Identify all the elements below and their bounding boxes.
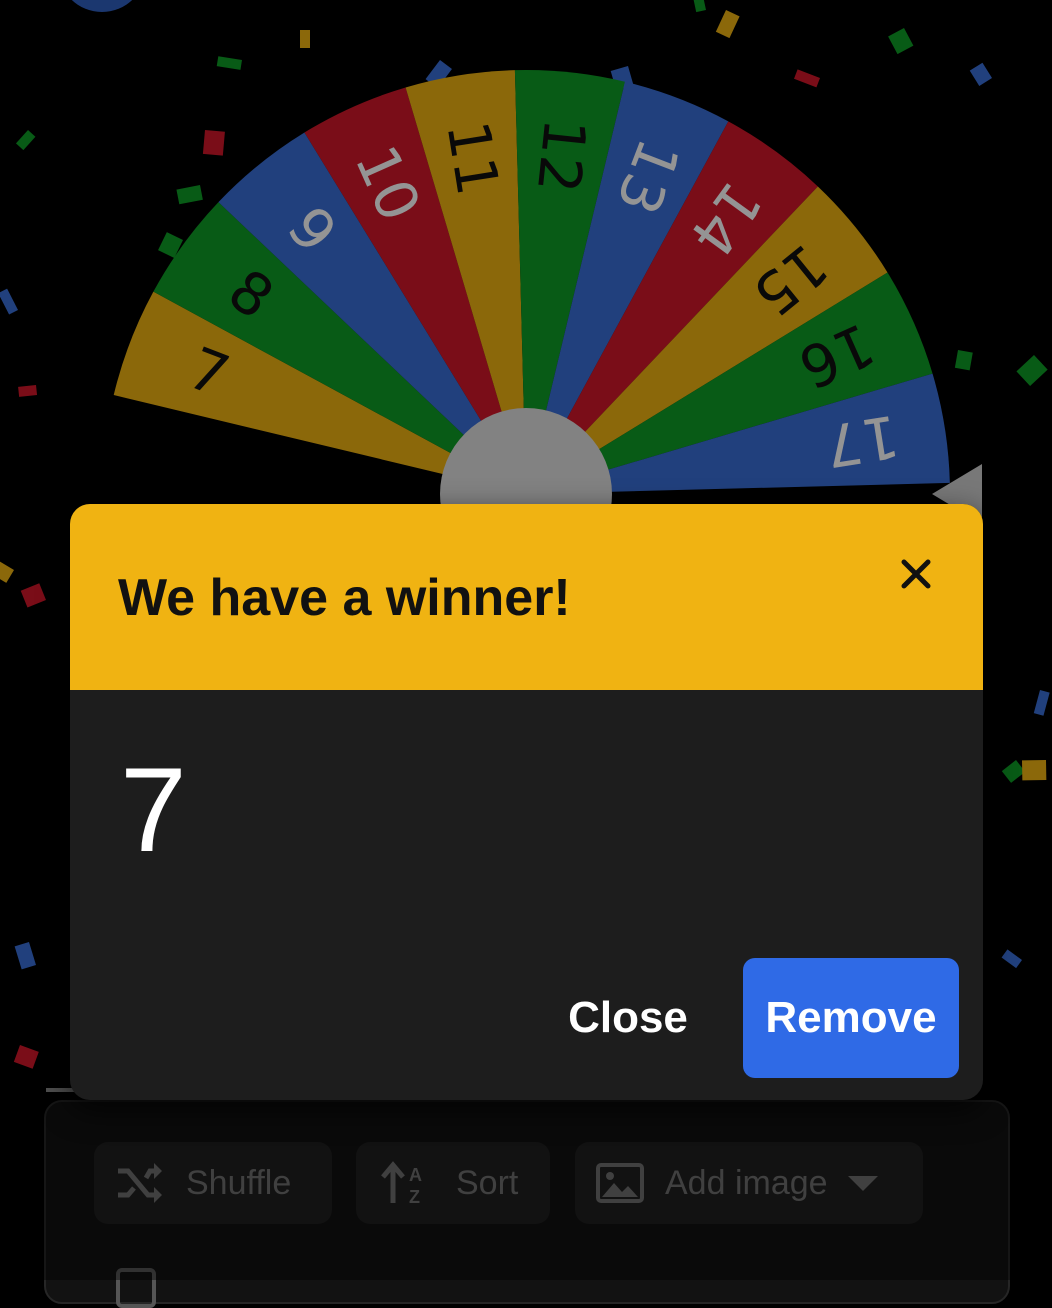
winner-dialog: We have a winner! 7 Close Remove [70,504,983,1100]
remove-button[interactable]: Remove [743,958,959,1078]
close-button[interactable]: Close [548,960,708,1076]
winner-value: 7 [120,743,187,877]
dialog-title: We have a winner! [118,569,571,627]
close-icon[interactable] [894,552,938,596]
